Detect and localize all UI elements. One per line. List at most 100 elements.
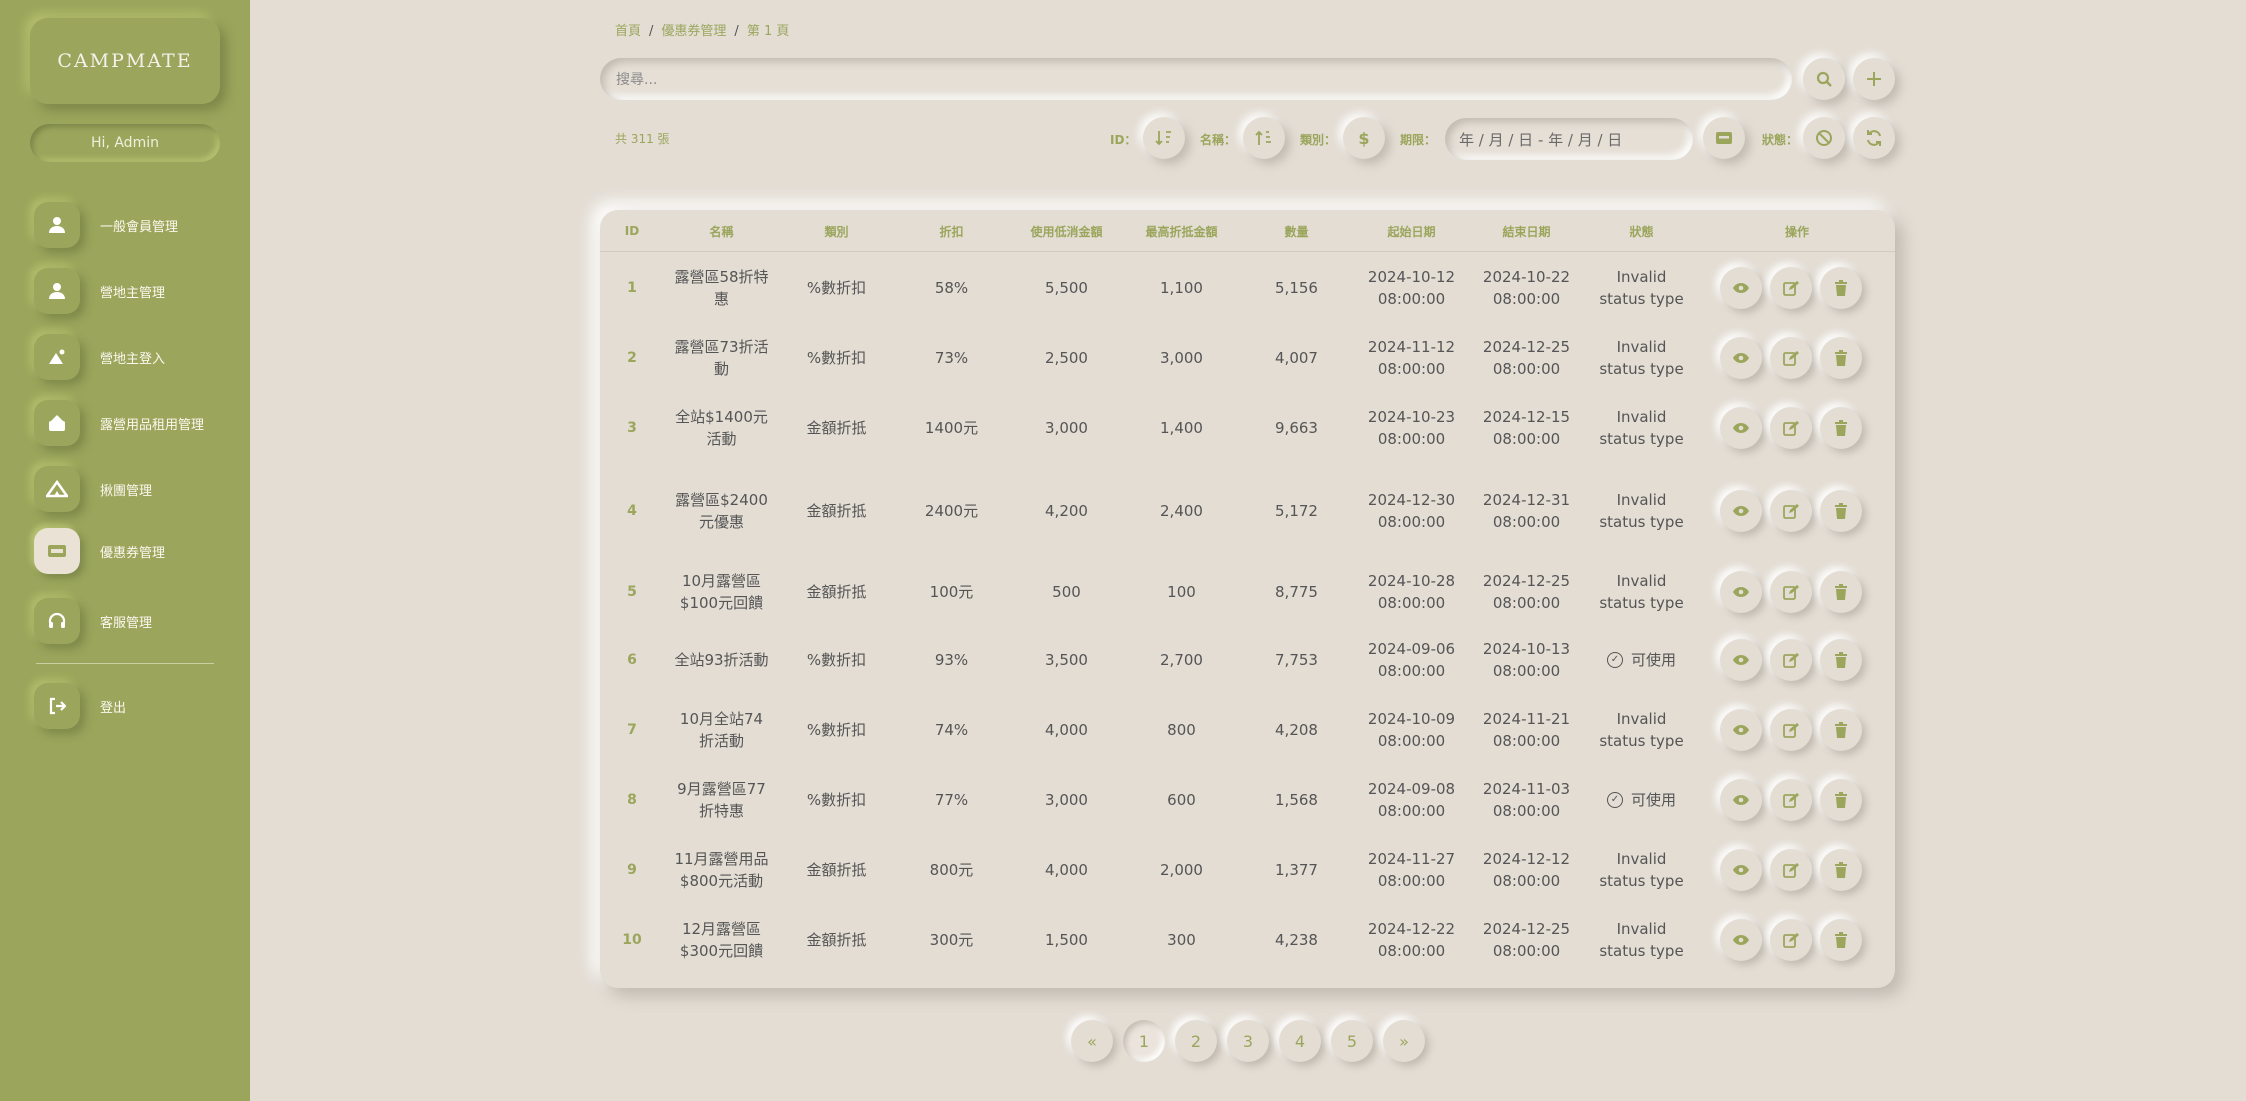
- cell-type-text: %數折扣: [806, 349, 867, 367]
- page-4-button[interactable]: 4: [1279, 1020, 1321, 1062]
- add-coupon-button[interactable]: [1853, 58, 1895, 100]
- delete-button[interactable]: [1820, 779, 1862, 821]
- status-text: Invalid status type: [1599, 408, 1684, 448]
- edit-button[interactable]: [1770, 407, 1812, 449]
- cell-type-text: %數折扣: [806, 791, 867, 809]
- cell-type-text: %數折扣: [806, 721, 867, 739]
- date-range-input[interactable]: 年 / 月 / 日 - 年 / 月 / 日: [1445, 118, 1693, 160]
- page-prev-button[interactable]: «: [1071, 1020, 1113, 1062]
- header-start-date[interactable]: 起始日期: [1354, 210, 1469, 252]
- delete-button[interactable]: [1820, 407, 1862, 449]
- edit-button[interactable]: [1770, 489, 1812, 532]
- edit-button[interactable]: [1770, 266, 1812, 309]
- sort-id-button[interactable]: [1143, 117, 1185, 159]
- edit-icon: [1783, 280, 1799, 296]
- date-filter-button[interactable]: [1703, 117, 1745, 159]
- coupon-table: ID 名稱 類別 折扣 使用低消金額 最高折抵金額 數量 起始日期 結束日期 狀…: [600, 210, 1895, 988]
- cell-discount: 74%: [894, 695, 1009, 765]
- status-filter-button[interactable]: [1803, 117, 1845, 159]
- view-button[interactable]: [1720, 266, 1762, 309]
- view-button[interactable]: [1720, 849, 1762, 891]
- delete-button[interactable]: [1820, 266, 1862, 309]
- cell-quantity: 1,377: [1239, 835, 1354, 905]
- cell-discount: 73%: [894, 323, 1009, 393]
- edit-button[interactable]: [1770, 919, 1812, 961]
- sort-name-button[interactable]: [1243, 117, 1285, 159]
- header-end-date[interactable]: 結束日期: [1469, 210, 1584, 252]
- cell-min-spend: 2,500: [1009, 323, 1124, 393]
- breadcrumb-home[interactable]: 首頁: [615, 24, 641, 39]
- start-time-text: 08:00:00: [1377, 802, 1446, 820]
- header-type[interactable]: 類別: [779, 210, 894, 252]
- cell-end-date: 2024-10-22 08:00:00: [1469, 252, 1584, 323]
- eye-icon: [1732, 586, 1750, 598]
- header-min-spend[interactable]: 使用低消金額: [1009, 210, 1124, 252]
- start-time-text: 08:00:00: [1377, 360, 1446, 378]
- edit-button[interactable]: [1770, 849, 1812, 891]
- view-button[interactable]: [1720, 919, 1762, 961]
- view-button[interactable]: [1720, 779, 1762, 821]
- delete-button[interactable]: [1820, 489, 1862, 532]
- edit-button[interactable]: [1770, 570, 1812, 613]
- cell-name-text: 全站93折活動: [674, 651, 769, 669]
- header-quantity[interactable]: 數量: [1239, 210, 1354, 252]
- header-discount[interactable]: 折扣: [894, 210, 1009, 252]
- search-input[interactable]: 搜尋...: [600, 58, 1792, 100]
- page-1-button[interactable]: 1: [1123, 1020, 1165, 1062]
- refresh-icon: [1867, 130, 1881, 146]
- breadcrumb-coupons[interactable]: 優惠券管理: [661, 24, 726, 39]
- sidebar-item-coupons[interactable]: 優惠券管理: [34, 527, 165, 575]
- view-button[interactable]: [1720, 709, 1762, 751]
- cell-id-text: 5: [627, 583, 637, 600]
- page-next-button[interactable]: »: [1383, 1020, 1425, 1062]
- cell-type: %數折扣: [779, 323, 894, 393]
- sidebar-item-support[interactable]: 客服管理: [34, 597, 152, 645]
- cell-start-date: 2024-11-27 08:00:00: [1354, 835, 1469, 905]
- header-max-discount[interactable]: 最高折抵金額: [1124, 210, 1239, 252]
- delete-button[interactable]: [1820, 709, 1862, 751]
- view-button[interactable]: [1720, 570, 1762, 613]
- edit-button[interactable]: [1770, 709, 1812, 751]
- edit-button[interactable]: [1770, 337, 1812, 379]
- view-button[interactable]: [1720, 407, 1762, 449]
- type-filter-button[interactable]: $: [1343, 117, 1385, 159]
- page-3-button[interactable]: 3: [1227, 1020, 1269, 1062]
- user-icon: [34, 202, 80, 248]
- refresh-button[interactable]: [1853, 117, 1895, 159]
- search-button[interactable]: [1803, 58, 1845, 100]
- sidebar-item-members[interactable]: 一般會員管理: [34, 201, 178, 249]
- delete-button[interactable]: [1820, 570, 1862, 613]
- logout-button[interactable]: 登出: [34, 682, 126, 730]
- delete-button[interactable]: [1820, 337, 1862, 379]
- sidebar-item-owner-login[interactable]: 營地主登入: [34, 333, 165, 381]
- cell-name-text: 露營區58折特惠: [674, 267, 769, 308]
- sidebar-item-groups[interactable]: 揪團管理: [34, 465, 152, 513]
- delete-button[interactable]: [1820, 849, 1862, 891]
- cell-type: %數折扣: [779, 625, 894, 695]
- cell-type-text: 金額折抵: [806, 582, 867, 601]
- start-time-text: 08:00:00: [1377, 942, 1446, 960]
- sidebar-item-equipment[interactable]: 露營用品租用管理: [34, 399, 204, 447]
- end-date-text: 2024-12-25: [1482, 920, 1571, 938]
- header-status[interactable]: 狀態: [1584, 210, 1699, 252]
- delete-button[interactable]: [1820, 919, 1862, 961]
- view-button[interactable]: [1720, 337, 1762, 379]
- page-5-button[interactable]: 5: [1331, 1020, 1373, 1062]
- cell-min-spend: 3,500: [1009, 625, 1124, 695]
- delete-button[interactable]: [1820, 639, 1862, 681]
- header-name[interactable]: 名稱: [664, 210, 779, 252]
- sidebar-item-camp-owners[interactable]: 營地主管理: [34, 267, 165, 315]
- type-filter-label: 類別：: [1300, 133, 1337, 147]
- cell-name: 12月露營區$300元回饋: [664, 905, 779, 975]
- view-button[interactable]: [1720, 639, 1762, 681]
- trash-icon: [1834, 862, 1848, 878]
- sidebar-divider: [36, 663, 214, 664]
- header-id[interactable]: ID: [600, 210, 664, 252]
- cell-end-date: 2024-12-25 08:00:00: [1469, 323, 1584, 393]
- edit-button[interactable]: [1770, 779, 1812, 821]
- view-button[interactable]: [1720, 489, 1762, 532]
- app-logo[interactable]: CAMPMATE: [30, 18, 220, 104]
- edit-button[interactable]: [1770, 639, 1812, 681]
- page-2-button[interactable]: 2: [1175, 1020, 1217, 1062]
- cell-id-text: 4: [627, 502, 637, 519]
